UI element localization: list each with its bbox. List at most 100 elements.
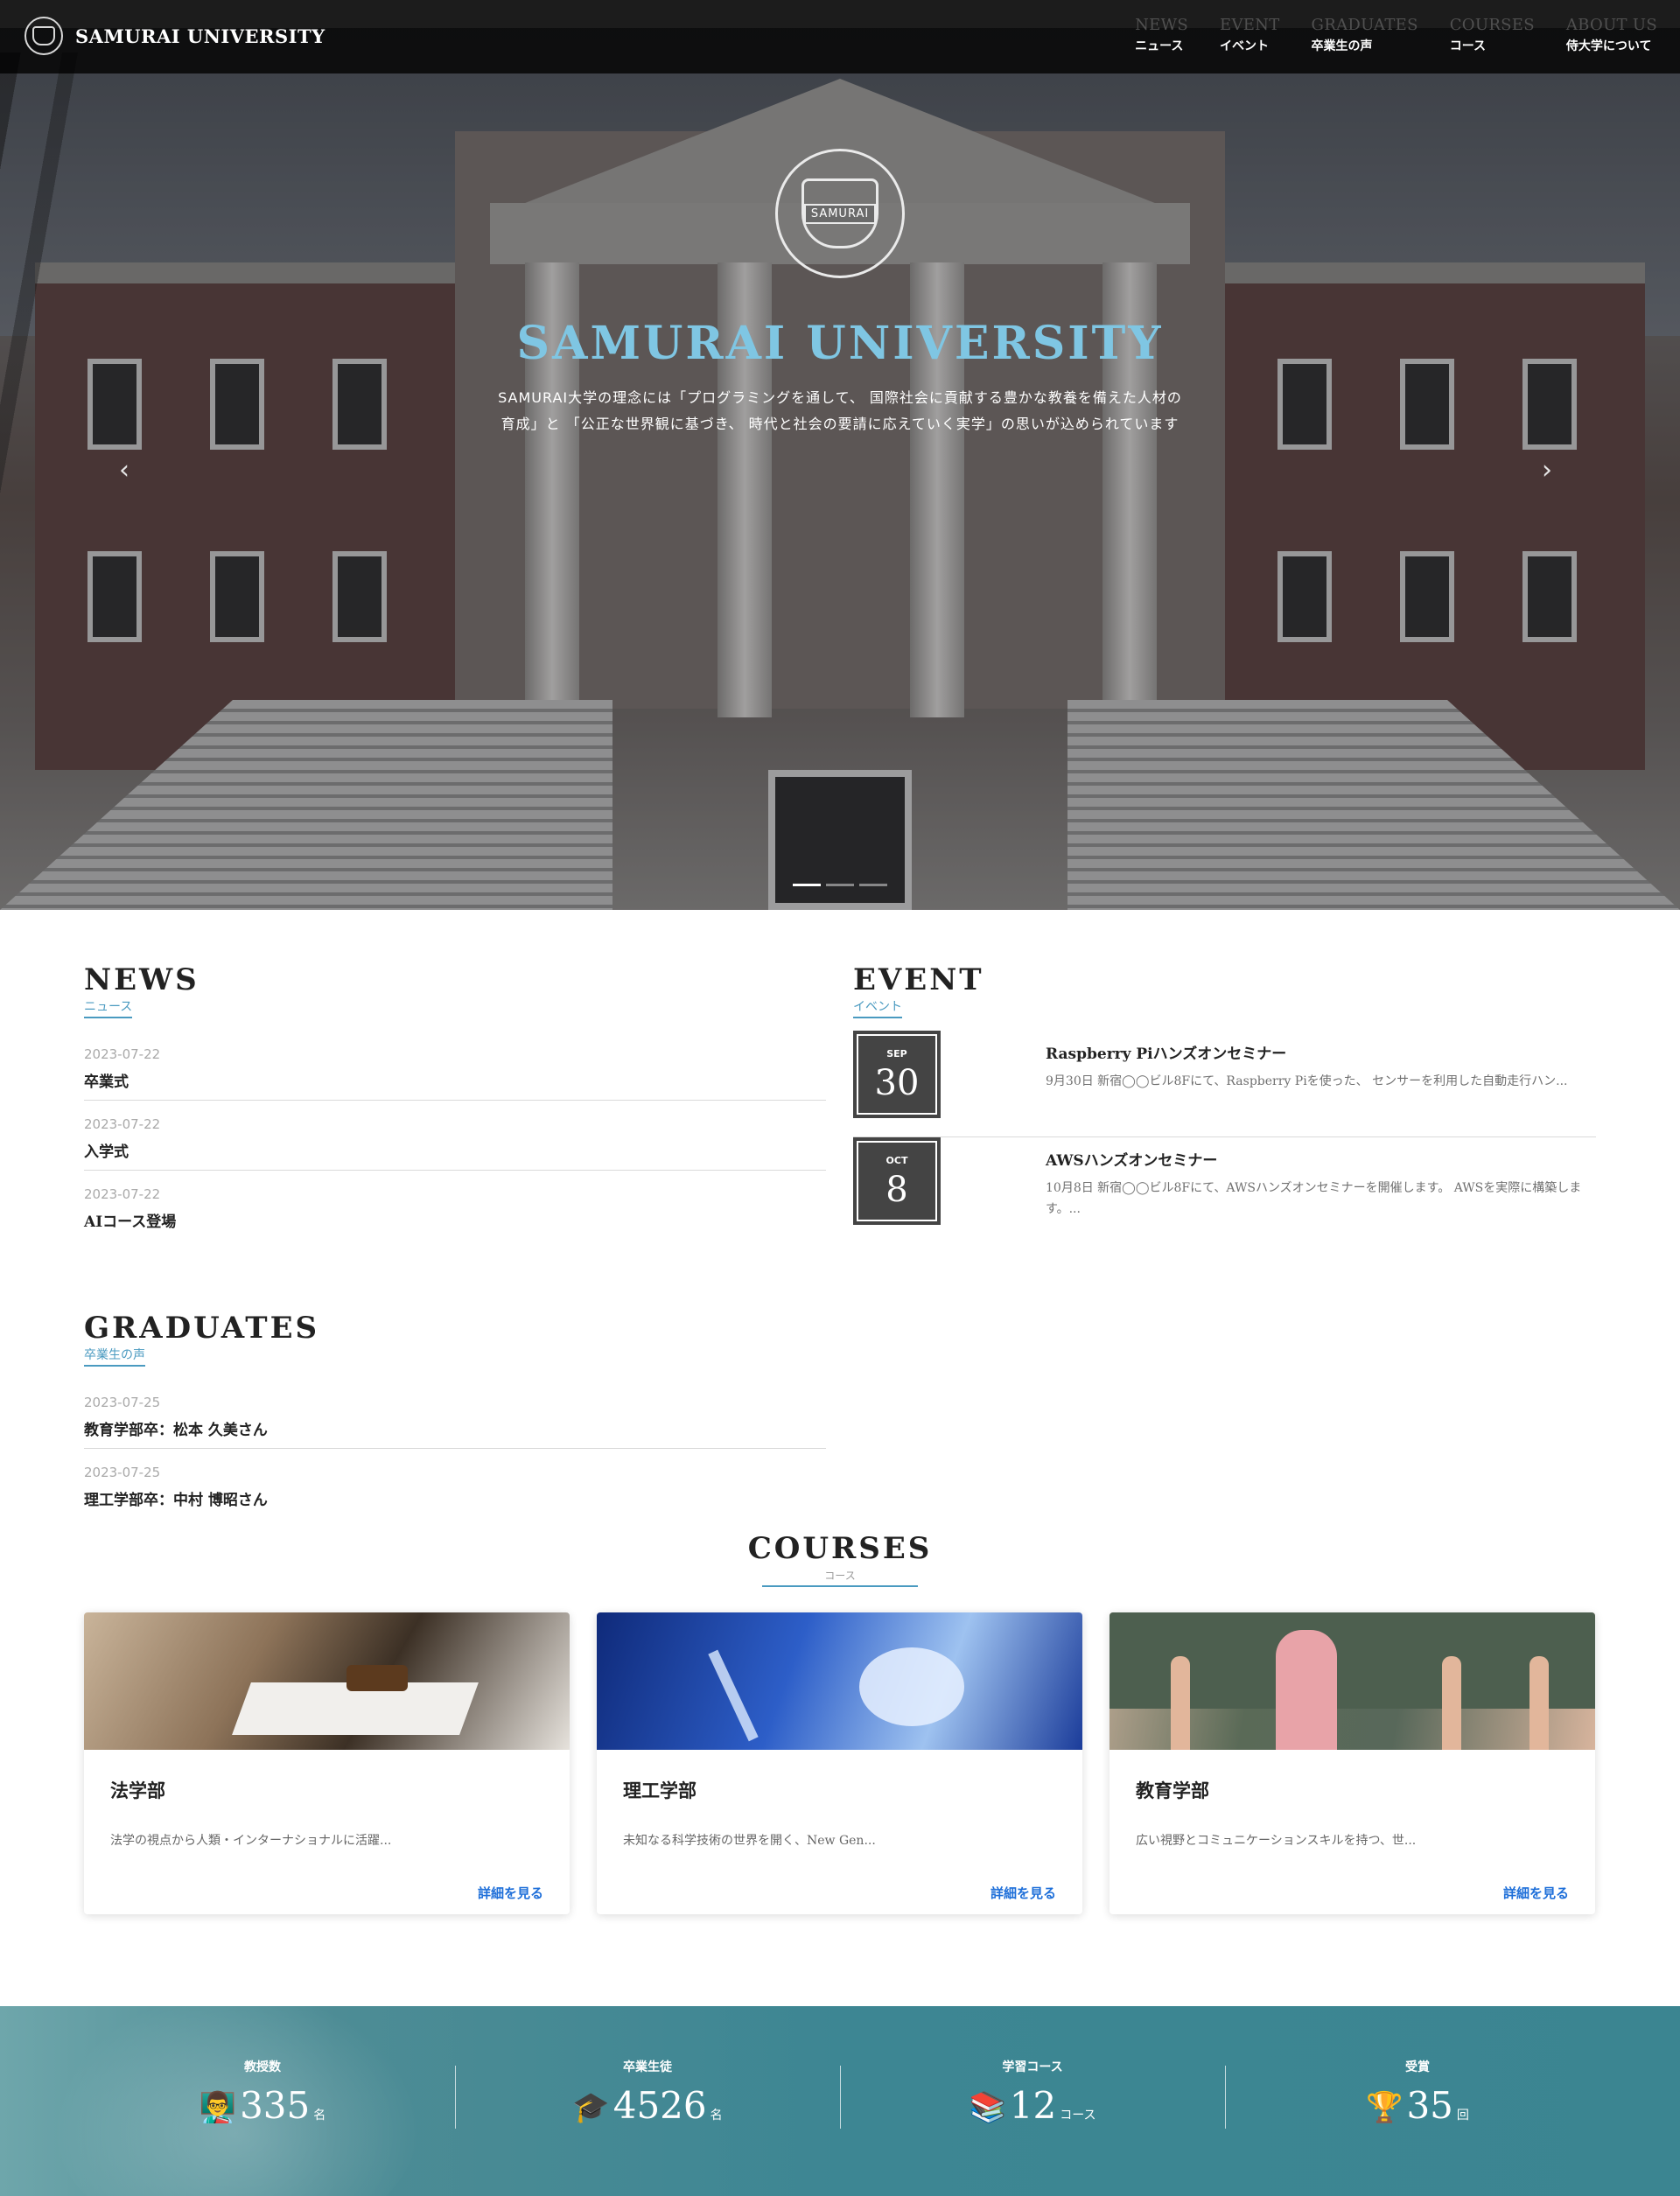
nav-label-en: NEWS <box>1135 16 1188 34</box>
news-date: 2023-07-22 <box>84 1046 161 1062</box>
teacher-icon: 👨‍🏫 <box>199 2090 237 2125</box>
course-card-education[interactable]: 教育学部 広い視野とコミュニケーションスキルを持つ、世... 詳細を見る <box>1110 1612 1595 1914</box>
emblem-shield: SAMURAI <box>802 178 878 248</box>
news-title[interactable]: 入学式 <box>84 1139 129 1161</box>
news-title[interactable]: AIコース登場 <box>84 1209 176 1231</box>
site-header: SAMURAI UNIVERSITY NEWS ニュース EVENT イベント … <box>0 0 1680 73</box>
news-item[interactable]: 2023-07-22 AIコース登場 <box>84 1171 826 1241</box>
course-title: 法学部 <box>110 1780 165 1801</box>
courses-heading: COURSES コース <box>0 1531 1680 1587</box>
graduate-date: 2023-07-25 <box>84 1465 161 1480</box>
event-title[interactable]: Raspberry Piハンズオンセミナー <box>1046 1041 1286 1063</box>
event-description: 10月8日 新宿◯◯ビル8Fにて、AWSハンズオンセミナーを開催します。 AWS… <box>1046 1181 1582 1216</box>
nav-label-en: ABOUT US <box>1565 16 1657 34</box>
nav-label-jp: 侍大学について <box>1565 39 1652 53</box>
section-subtitle: 卒業生の声 <box>84 1346 145 1367</box>
stat-graduates: 卒業生徒 🎓 4526 名 <box>455 2059 840 2127</box>
calendar-badge[interactable]: SEP 30 <box>853 1031 941 1118</box>
nav-item-graduates[interactable]: GRADUATES 卒業生の声 <box>1312 14 1418 56</box>
carousel-indicator[interactable] <box>859 884 887 886</box>
carousel-prev-icon[interactable]: ‹ <box>119 455 130 486</box>
stat-label: 学習コース <box>1002 2060 1063 2074</box>
stat-awards: 受賞 🏆 35 回 <box>1225 2059 1610 2127</box>
course-card-law[interactable]: 法学部 法学の視点から人類・インターナショナルに活躍... 詳細を見る <box>84 1612 570 1914</box>
graduate-title[interactable]: 教育学部卒：松本 久美さん <box>84 1417 268 1439</box>
stat-label: 受賞 <box>1405 2060 1430 2074</box>
course-title: 教育学部 <box>1136 1780 1209 1801</box>
nav-label-jp: ニュース <box>1135 39 1184 53</box>
course-details-link[interactable]: 詳細を見る <box>1503 1884 1569 1902</box>
hero-overlay <box>0 0 1680 910</box>
nav-item-event[interactable]: EVENT イベント <box>1220 14 1280 56</box>
carousel-indicator[interactable] <box>793 884 821 886</box>
course-title: 理工学部 <box>623 1780 696 1801</box>
nav-label-en: GRADUATES <box>1311 16 1418 34</box>
section-title: NEWS <box>84 962 200 997</box>
section-subtitle: ニュース <box>84 998 133 1018</box>
hero-description-line: 育成」と 「公正な世界観に基づき、 時代と社会の要請に応えていく実学」の思いが込… <box>500 416 1180 432</box>
nav-item-courses[interactable]: COURSES コース <box>1450 14 1535 56</box>
section-title: COURSES <box>747 1531 933 1566</box>
event-item[interactable]: SEP 30 Raspberry Piハンズオンセミナー 9月30日 新宿◯◯ビ… <box>853 1031 1596 1137</box>
stat-unit: 名 <box>313 2109 326 2123</box>
stats-band: 教授数 👨‍🏫 335 名 卒業生徒 🎓 4526 名 学習コース 📚 12 コ… <box>0 2006 1680 2196</box>
stat-unit: コース <box>1060 2109 1096 2123</box>
carousel-indicator[interactable] <box>826 884 854 886</box>
event-item[interactable]: OCT 8 AWSハンズオンセミナー 10月8日 新宿◯◯ビル8Fにて、AWSハ… <box>853 1137 1596 1244</box>
hero-description-line: SAMURAI大学の理念には「プログラミングを通して、 国際社会に貢献する豊かな… <box>498 389 1182 406</box>
course-details-link[interactable]: 詳細を見る <box>478 1884 543 1902</box>
graduates-list: 2023-07-25 教育学部卒：松本 久美さん 2023-07-25 理工学部… <box>84 1379 826 1519</box>
section-title: EVENT <box>853 962 984 997</box>
hero-description: SAMURAI大学の理念には「プログラミングを通して、 国際社会に貢献する豊かな… <box>438 385 1242 437</box>
carousel-indicators <box>793 884 887 886</box>
course-image-law <box>84 1612 570 1750</box>
graduate-icon: 🎓 <box>572 2090 610 2125</box>
stat-label: 教授数 <box>244 2060 281 2074</box>
nav-label-en: EVENT <box>1220 16 1280 34</box>
course-image-science <box>597 1612 1082 1750</box>
university-emblem-icon: SAMURAI <box>775 149 905 278</box>
nav-item-about[interactable]: ABOUT US 侍大学について <box>1566 14 1657 56</box>
section-subtitle: コース <box>762 1568 918 1587</box>
event-section: EVENT イベント SEP 30 Raspberry Piハンズオンセミナー … <box>853 962 1596 1244</box>
section-subtitle: イベント <box>853 998 902 1018</box>
emblem-ribbon: SAMURAI <box>803 203 877 224</box>
nav-label-jp: イベント <box>1220 39 1269 53</box>
course-details-link[interactable]: 詳細を見る <box>990 1884 1056 1902</box>
books-icon: 📚 <box>969 2090 1006 2125</box>
calendar-badge[interactable]: OCT 8 <box>853 1137 941 1225</box>
nav-item-news[interactable]: NEWS ニュース <box>1135 14 1188 56</box>
nav-label-en: COURSES <box>1449 16 1535 34</box>
course-image-education <box>1110 1612 1595 1750</box>
stat-value: 12 <box>1009 2084 1057 2127</box>
stat-value: 35 <box>1406 2084 1453 2127</box>
graduate-item[interactable]: 2023-07-25 教育学部卒：松本 久美さん <box>84 1379 826 1449</box>
news-date: 2023-07-22 <box>84 1116 161 1132</box>
brand-link[interactable]: SAMURAI UNIVERSITY <box>24 16 326 56</box>
event-title[interactable]: AWSハンズオンセミナー <box>1046 1148 1217 1170</box>
news-title[interactable]: 卒業式 <box>84 1069 129 1091</box>
course-description: 広い視野とコミュニケーションスキルを持つ、世... <box>1136 1834 1417 1848</box>
brand-name: SAMURAI UNIVERSITY <box>75 24 326 47</box>
graduate-item[interactable]: 2023-07-25 理工学部卒：中村 博昭さん <box>84 1449 826 1519</box>
course-description: 未知なる科学技術の世界を開く、New Gen... <box>623 1834 876 1848</box>
graduates-section: GRADUATES 卒業生の声 2023-07-25 教育学部卒：松本 久美さん… <box>84 1311 826 1519</box>
event-list: SEP 30 Raspberry Piハンズオンセミナー 9月30日 新宿◯◯ビ… <box>853 1031 1596 1244</box>
hero-title: SAMURAI UNIVERSITY <box>516 317 1164 370</box>
main-nav: NEWS ニュース EVENT イベント GRADUATES 卒業生の声 COU… <box>1135 14 1657 56</box>
news-item[interactable]: 2023-07-22 入学式 <box>84 1101 826 1171</box>
news-date: 2023-07-22 <box>84 1186 161 1202</box>
stat-courses: 学習コース 📚 12 コース <box>840 2059 1225 2127</box>
course-card-science[interactable]: 理工学部 未知なる科学技術の世界を開く、New Gen... 詳細を見る <box>597 1612 1082 1914</box>
event-month: SEP <box>886 1048 907 1060</box>
stat-unit: 名 <box>710 2109 723 2123</box>
section-title: GRADUATES <box>84 1311 320 1346</box>
news-list: 2023-07-22 卒業式 2023-07-22 入学式 2023-07-22… <box>84 1031 826 1241</box>
news-item[interactable]: 2023-07-22 卒業式 <box>84 1031 826 1101</box>
stat-unit: 回 <box>1456 2109 1469 2123</box>
hero-carousel: SAMURAI SAMURAI UNIVERSITY SAMURAI大学の理念に… <box>0 0 1680 910</box>
nav-label-jp: コース <box>1449 39 1487 53</box>
carousel-next-icon[interactable]: › <box>1542 455 1552 486</box>
graduate-title[interactable]: 理工学部卒：中村 博昭さん <box>84 1487 268 1509</box>
nav-label-jp: 卒業生の声 <box>1311 39 1373 53</box>
